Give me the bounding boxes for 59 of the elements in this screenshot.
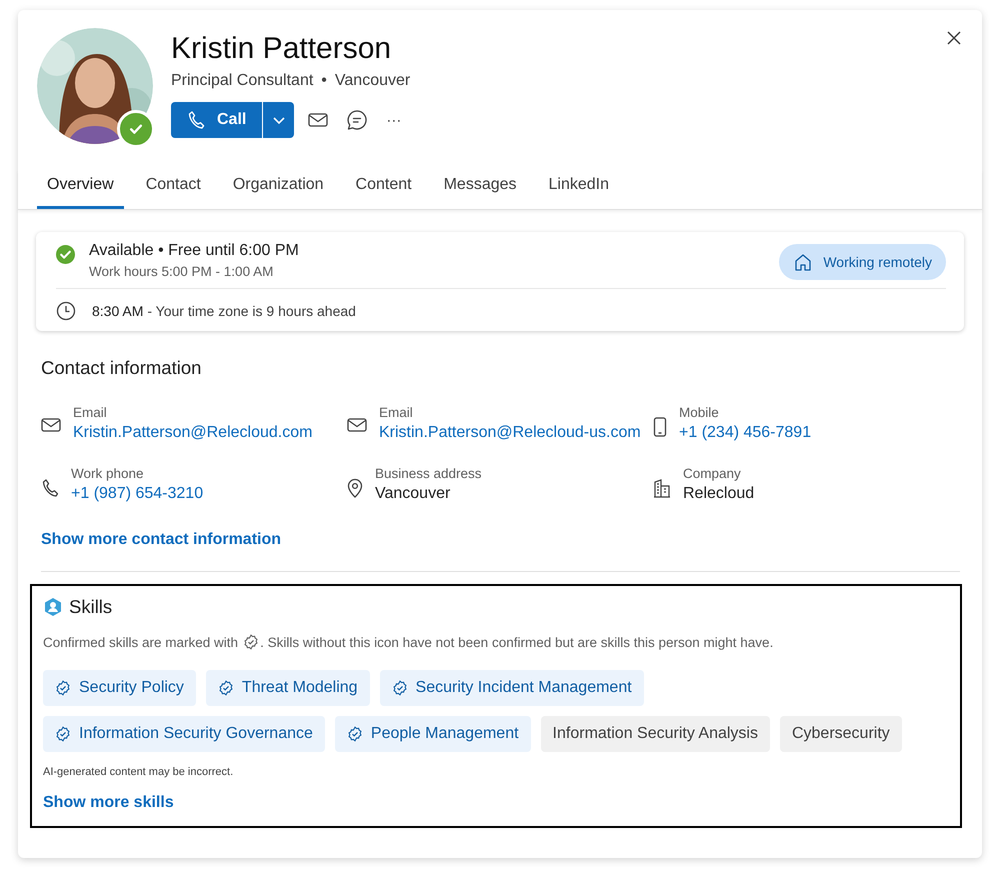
location-text: Vancouver [334, 72, 410, 90]
show-more-link[interactable]: Show more skills [43, 794, 174, 812]
mail-icon [347, 417, 367, 433]
phone-icon [187, 110, 205, 130]
skill-tag[interactable]: Cybersecurity [780, 716, 902, 752]
skills-note: . Skills without this icon have not been confirmed but are skills this person might have. [260, 634, 774, 650]
field-label: Mobile [679, 405, 720, 420]
call-dropdown-button[interactable] [262, 102, 294, 138]
local-time: 8:30 AM [92, 303, 144, 319]
contact-link[interactable]: +1 (234) 456-7891 [679, 424, 812, 442]
disclaimer-text: AI-generated content may be incorrect. [43, 766, 234, 778]
call-button[interactable]: Call [171, 102, 262, 138]
skill-tag[interactable]: Information Security Governance [43, 716, 325, 752]
field-label: Business address [375, 466, 482, 481]
skill-tag[interactable]: Threat Modeling [206, 670, 370, 706]
availability-status: Available • Free until 6:00 PM [89, 242, 300, 260]
verified-badge-icon [392, 680, 408, 696]
contact-link[interactable]: Kristin.Patterson@Relecloud-us.com [379, 424, 641, 442]
verified-badge-icon [218, 680, 234, 696]
skill-tag[interactable]: Security Policy [43, 670, 196, 706]
field-label: Email [73, 405, 108, 420]
mail-icon [41, 417, 61, 433]
work-hours: Work hours 5:00 PM - 1:00 AM [89, 264, 274, 279]
building-icon [653, 478, 671, 498]
field-value: Vancouver [375, 485, 452, 503]
tab[interactable]: Overview [37, 170, 124, 209]
tab[interactable]: LinkedIn [538, 170, 620, 209]
clock-icon [56, 301, 76, 321]
contact-link[interactable]: +1 (987) 654-3210 [71, 485, 204, 503]
more-options-button[interactable]: ··· [382, 108, 406, 132]
skill-tag[interactable]: Information Security Analysis [540, 716, 770, 752]
section-heading: Skills [69, 596, 112, 618]
tab[interactable]: Messages [434, 170, 527, 209]
verified-badge-icon [55, 680, 71, 696]
skill-tag[interactable]: Security Incident Management [380, 670, 644, 706]
time-zone-note: - Your time zone is 9 hours ahead [147, 303, 356, 319]
tab[interactable]: Content [346, 170, 422, 209]
section-heading: Contact information [41, 357, 202, 379]
tab[interactable]: Contact [136, 170, 211, 209]
skill-tag[interactable]: People Management [334, 716, 531, 752]
person-name: Kristin Patterson [171, 32, 392, 66]
location-pin-icon [347, 478, 363, 498]
separator-dot: • [321, 72, 327, 90]
skills-note: Confirmed skills are marked with [43, 634, 238, 650]
phone-handset-icon [41, 478, 59, 498]
work-location-badge: Working remotely [779, 244, 946, 280]
phone-icon [653, 417, 667, 437]
contact-link[interactable]: Kristin.Patterson@Relecloud.com [73, 424, 312, 442]
skills-icon [43, 597, 63, 617]
verified-badge-icon [243, 634, 260, 650]
job-title: Principal Consultant [171, 72, 314, 90]
field-label: Company [683, 466, 742, 481]
field-label: Work phone [71, 466, 145, 481]
field-label: Email [379, 405, 414, 420]
show-more-link[interactable]: Show more contact information [41, 531, 282, 549]
field-value: Relecloud [683, 485, 754, 503]
verified-badge-icon [346, 726, 363, 742]
tab[interactable]: Organization [222, 170, 334, 209]
verified-badge-icon [55, 726, 71, 742]
